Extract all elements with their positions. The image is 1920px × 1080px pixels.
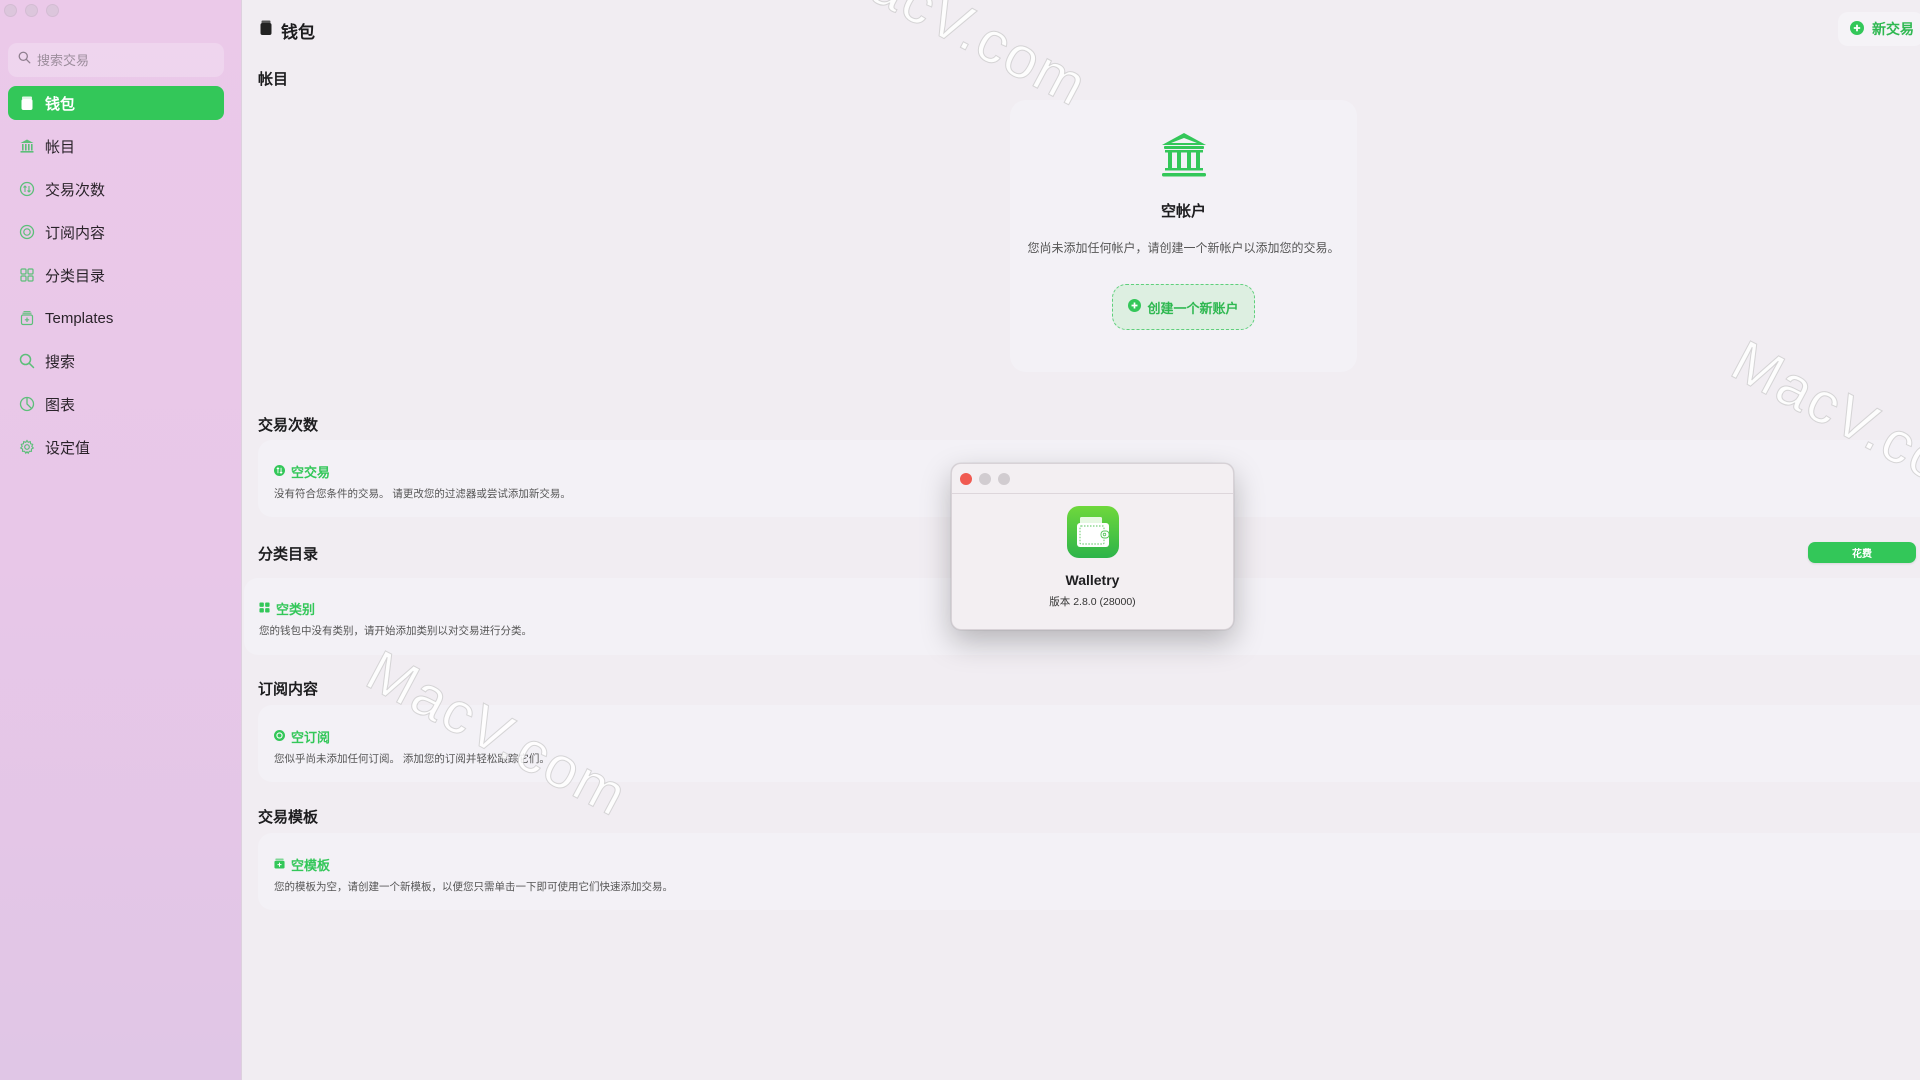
template-icon [18, 309, 36, 327]
sidebar-item-categories[interactable]: 分类目录 [8, 258, 224, 292]
sidebar-item-wallet[interactable]: 钱包 [8, 86, 224, 120]
page-title: 钱包 [281, 23, 315, 42]
sidebar-item-settings[interactable]: 设定值 [8, 430, 224, 464]
sidebar-nav: 钱包 帐目 交易次数 订阅内容 分类目录 Templates 搜索 图表 设定值 [8, 86, 224, 473]
dialog-zoom-button[interactable] [998, 472, 1010, 485]
search-icon [18, 352, 36, 370]
empty-templates-card: 空模板 您的模板为空，请创建一个新模板，以便您只需单击一下即可使用它们快速添加交… [258, 833, 1920, 910]
accounts-section-title: 帐目 [258, 71, 289, 88]
sidebar: 钱包 帐目 交易次数 订阅内容 分类目录 [0, 0, 242, 1080]
search-field[interactable] [8, 43, 224, 77]
sidebar-item-charts[interactable]: 图表 [8, 387, 224, 421]
empty-subscriptions-text: 您似乎尚未添加任何订阅。 添加您的订阅并轻松跟踪它们。 [274, 753, 550, 765]
sidebar-item-label: 设定值 [45, 439, 91, 457]
sidebar-item-label: Templates [45, 309, 114, 327]
app-icon [1066, 506, 1119, 558]
wallet-icon [259, 20, 273, 41]
transactions-icon [18, 180, 36, 198]
sidebar-item-subscriptions[interactable]: 订阅内容 [8, 215, 224, 249]
category-grid-icon [18, 266, 36, 284]
empty-subscriptions-title: 空订阅 [291, 730, 331, 745]
sidebar-item-transactions[interactable]: 交易次数 [8, 172, 224, 206]
sidebar-item-label: 订阅内容 [45, 224, 106, 242]
transactions-icon [274, 464, 285, 479]
dialog-minimize-button[interactable] [979, 472, 991, 485]
plus-circle-icon [1850, 20, 1864, 38]
subscription-icon [274, 729, 285, 744]
zoom-window-button[interactable] [46, 4, 59, 17]
subscriptions-section-title: 订阅内容 [258, 681, 319, 698]
sidebar-item-label: 帐目 [45, 138, 76, 156]
category-grid-icon [259, 601, 270, 616]
new-transaction-button[interactable]: 新交易 [1838, 12, 1920, 46]
plus-circle-icon [1128, 299, 1142, 315]
create-account-label: 创建一个新账户 [1147, 300, 1239, 316]
chart-icon [18, 395, 36, 413]
transactions-section-title: 交易次数 [258, 417, 319, 434]
templates-section-title: 交易模板 [258, 809, 319, 826]
sidebar-item-label: 分类目录 [45, 267, 106, 285]
spending-filter-button[interactable]: 花费 [1808, 542, 1916, 563]
minimize-window-button[interactable] [25, 4, 38, 17]
page-header: 钱包 [259, 18, 315, 43]
sidebar-item-label: 图表 [45, 396, 76, 414]
window-controls [4, 4, 59, 17]
empty-accounts-title: 空帐户 [1160, 203, 1206, 220]
new-transaction-label: 新交易 [1872, 21, 1914, 37]
sidebar-item-label: 交易次数 [45, 181, 106, 199]
empty-templates-title: 空模板 [291, 858, 331, 873]
sidebar-item-label: 搜索 [45, 353, 76, 371]
wallet-icon [18, 94, 36, 112]
subscription-icon [18, 223, 36, 241]
app-name: Walletry [1065, 572, 1120, 588]
app-version: 版本 2.8.0 (28000) [1049, 596, 1136, 608]
sidebar-item-search[interactable]: 搜索 [8, 344, 224, 378]
dialog-titlebar [952, 464, 1233, 494]
sidebar-item-accounts[interactable]: 帐目 [8, 129, 224, 163]
sidebar-item-templates[interactable]: Templates [8, 301, 224, 335]
dialog-close-button[interactable] [960, 472, 972, 485]
bank-icon [1010, 130, 1357, 180]
create-account-button[interactable]: 创建一个新账户 [1112, 284, 1255, 330]
empty-subscriptions-card: 空订阅 您似乎尚未添加任何订阅。 添加您的订阅并轻松跟踪它们。 [258, 705, 1920, 782]
about-dialog: Walletry 版本 2.8.0 (28000) [951, 463, 1234, 630]
empty-categories-title: 空类别 [276, 602, 316, 617]
empty-accounts-text: 您尚未添加任何帐户，请创建一个新帐户以添加您的交易。 [1027, 241, 1340, 255]
search-icon [18, 51, 31, 69]
template-icon [274, 857, 285, 872]
empty-transactions-title: 空交易 [291, 465, 331, 480]
bank-icon [18, 137, 36, 155]
empty-accounts-card: 空帐户 您尚未添加任何帐户，请创建一个新帐户以添加您的交易。 创建一个新账户 [1010, 100, 1357, 372]
empty-templates-text: 您的模板为空，请创建一个新模板，以便您只需单击一下即可使用它们快速添加交易。 [274, 881, 673, 893]
close-window-button[interactable] [4, 4, 17, 17]
search-input[interactable] [37, 52, 217, 68]
sidebar-item-label: 钱包 [45, 95, 76, 113]
gear-icon [18, 438, 36, 456]
categories-section-title: 分类目录 [258, 546, 319, 563]
